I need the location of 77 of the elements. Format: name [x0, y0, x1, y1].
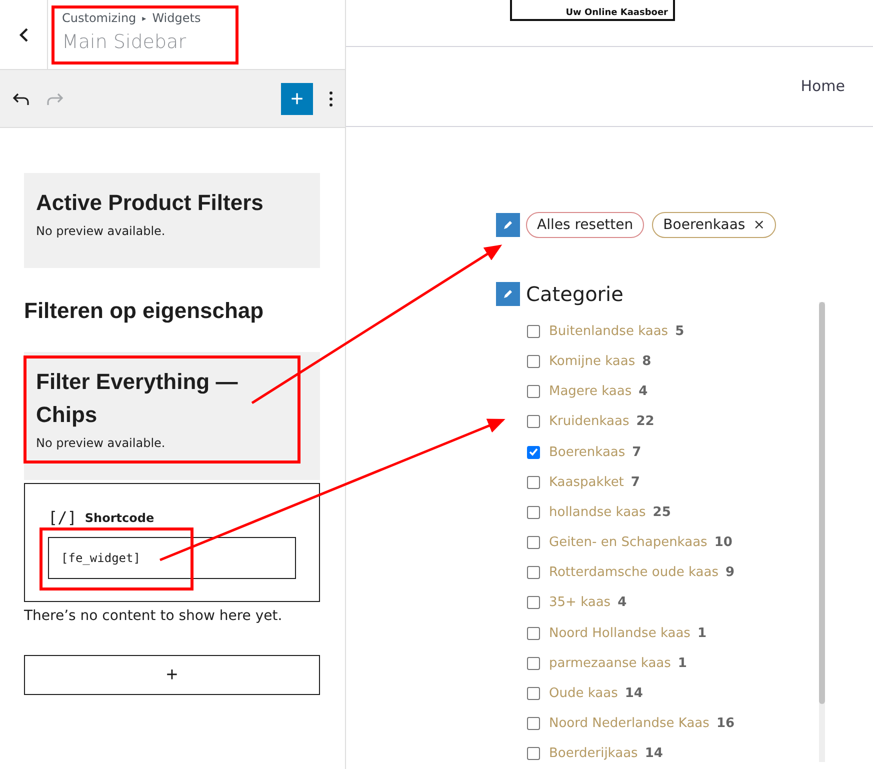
site-logo: Uw Online Kaasboer — [510, 0, 675, 21]
category-label: 35+ kaas — [549, 595, 611, 610]
category-label: Geiten- en Schapenkaas — [549, 535, 708, 550]
category-count: 7 — [630, 474, 640, 490]
remove-icon: × — [753, 217, 765, 234]
undo-icon — [12, 92, 30, 106]
checkbox[interactable] — [527, 656, 540, 670]
breadcrumb-item: Widgets — [152, 11, 201, 25]
scrollbar[interactable] — [819, 302, 825, 762]
category-label: Magere kaas — [549, 384, 632, 400]
widget-title: Active Product Filters — [36, 190, 264, 215]
shortcode-label: Shortcode — [84, 510, 154, 524]
category-label: Noord Hollandse kaas — [549, 626, 690, 641]
chevron-left-icon — [18, 28, 28, 42]
checkbox[interactable] — [527, 596, 540, 610]
add-block-button[interactable]: + — [24, 655, 320, 695]
category-label: Buitenlandse kaas — [549, 324, 668, 339]
category-count: 8 — [642, 354, 652, 369]
add-block-button[interactable]: + — [281, 82, 313, 114]
checkbox[interactable] — [527, 506, 540, 519]
widget-title: Categorie — [526, 282, 624, 306]
category-count: 25 — [652, 504, 671, 520]
category-count: 7 — [632, 444, 642, 460]
category-label: Boerenkaas — [549, 444, 626, 460]
checkbox[interactable] — [527, 354, 540, 368]
edit-widget-button[interactable] — [496, 282, 520, 306]
widget-title: Filter Everything — Chips — [36, 369, 238, 427]
category-count: 10 — [714, 535, 732, 550]
widget-title: Filteren op eigenschap — [24, 298, 265, 324]
category-label: Kaaspakket — [549, 474, 624, 490]
category-count: 14 — [644, 746, 663, 762]
category-count: 1 — [678, 656, 687, 671]
checkbox[interactable] — [527, 687, 540, 700]
category-count: 22 — [636, 414, 654, 430]
category-label: Noord Nederlandse Kaas — [549, 716, 710, 732]
checkbox[interactable] — [527, 626, 540, 640]
filter-chip[interactable]: Boerenkaas × — [652, 212, 776, 238]
filter-chip[interactable]: Alles resetten — [526, 212, 644, 238]
kebab-menu-icon — [329, 90, 333, 106]
category-count: 16 — [716, 716, 735, 732]
panel-title: Main Sidebar — [62, 31, 188, 53]
category-label: Oude kaas — [549, 686, 618, 702]
nav-link[interactable]: Home — [800, 77, 845, 96]
checkbox[interactable] — [527, 476, 540, 489]
checkbox[interactable] — [527, 415, 540, 428]
empty-message: There’s no content to show here yet. — [24, 608, 284, 624]
checkbox[interactable] — [527, 747, 540, 760]
redo-icon — [46, 92, 64, 106]
checkbox[interactable] — [527, 385, 540, 398]
undo-button[interactable] — [12, 92, 30, 106]
checkbox[interactable] — [527, 446, 540, 459]
category-label: Komijne kaas — [549, 354, 636, 369]
category-count: 4 — [638, 384, 648, 400]
breadcrumb-separator: ▸ — [142, 14, 146, 22]
category-label: Kruidenkaas — [549, 414, 630, 430]
shortcode-icon: [/] — [48, 508, 77, 527]
checkbox[interactable] — [527, 324, 540, 338]
shortcode-field[interactable]: [fe_widget] — [48, 537, 296, 579]
more-options-button[interactable] — [329, 90, 333, 106]
checkbox[interactable] — [527, 566, 540, 580]
category-count: 4 — [618, 595, 627, 610]
category-label: Rotterdamsche oude kaas — [549, 565, 718, 580]
breadcrumb-item: Customizing — [62, 11, 136, 25]
pencil-icon — [502, 288, 514, 300]
checkbox[interactable] — [527, 717, 540, 730]
category-label: parmezaanse kaas — [549, 656, 671, 671]
checkbox[interactable] — [527, 536, 540, 550]
category-label: Boerderijkaas — [549, 746, 638, 762]
category-count: 14 — [624, 686, 643, 702]
category-count: 5 — [675, 324, 684, 339]
preview-note: No preview available. — [36, 224, 166, 238]
preview-note: No preview available. — [36, 436, 166, 450]
category-count: 1 — [697, 626, 706, 641]
edit-widget-button[interactable] — [496, 213, 520, 238]
category-label: hollandse kaas — [549, 504, 646, 520]
pencil-icon — [502, 219, 514, 232]
category-count: 9 — [725, 565, 735, 580]
